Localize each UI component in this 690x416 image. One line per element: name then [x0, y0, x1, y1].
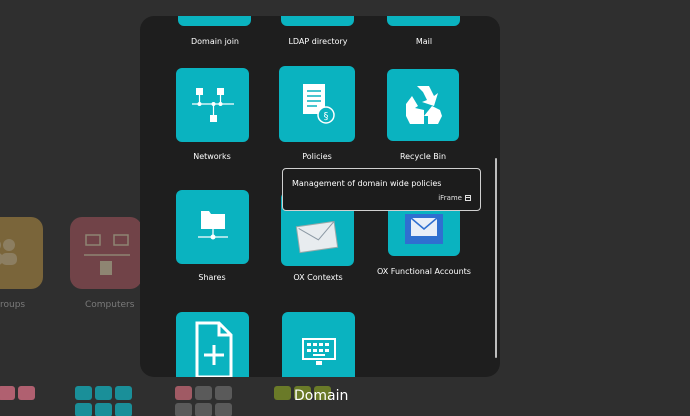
policy-document-icon: § — [303, 84, 335, 124]
computers-icon — [84, 234, 130, 275]
keyboard-monitor-icon — [301, 338, 336, 365]
domain-join-tile[interactable] — [178, 16, 251, 26]
mail-label: Mail — [415, 37, 433, 46]
mail-tile[interactable] — [387, 16, 460, 26]
svg-text:§: § — [324, 111, 329, 122]
recycle-icon — [406, 86, 442, 124]
add-document-tile[interactable] — [176, 312, 249, 377]
users-icon — [0, 239, 17, 265]
folder-share-icon — [197, 211, 228, 240]
add-document-icon — [195, 321, 232, 377]
modal-scrollbar[interactable] — [495, 158, 497, 358]
tooltip-type: iFrame — [438, 194, 462, 202]
policies-label: Policies — [302, 152, 332, 161]
recycle-bin-tile[interactable] — [387, 69, 459, 141]
computers-tile-bg[interactable] — [70, 217, 142, 289]
ldap-directory-label: LDAP directory — [288, 37, 348, 46]
shares-label: Shares — [198, 273, 226, 282]
network-icon — [191, 88, 234, 122]
domain-join-label: Domain join — [191, 37, 239, 46]
dock-domain-title: Domain — [294, 388, 349, 404]
policies-tile[interactable]: § — [279, 66, 355, 142]
dock-group-1[interactable] — [0, 386, 58, 416]
shares-tile[interactable] — [176, 190, 249, 264]
ox-contexts-label: OX Contexts — [293, 273, 343, 282]
groups-tile-bg[interactable] — [0, 217, 43, 289]
recycle-bin-label: Recycle Bin — [399, 152, 447, 161]
ldap-directory-tile[interactable] — [281, 16, 354, 26]
dock-group-3[interactable] — [175, 386, 235, 416]
iframe-icon — [465, 195, 471, 201]
ox-functional-accounts-label: OX Functional Accounts — [377, 267, 471, 276]
computers-label: Computers — [85, 300, 135, 310]
keyboard-monitor-tile[interactable] — [282, 312, 355, 377]
tooltip-text: Management of domain wide policies — [292, 179, 442, 188]
policies-tooltip: Management of domain wide policies iFram… — [282, 168, 481, 211]
networks-tile[interactable] — [176, 68, 249, 142]
networks-label: Networks — [193, 152, 231, 161]
mail-envelope-icon — [295, 220, 338, 254]
groups-label: roups — [0, 300, 26, 310]
dock-group-2[interactable] — [75, 386, 135, 416]
